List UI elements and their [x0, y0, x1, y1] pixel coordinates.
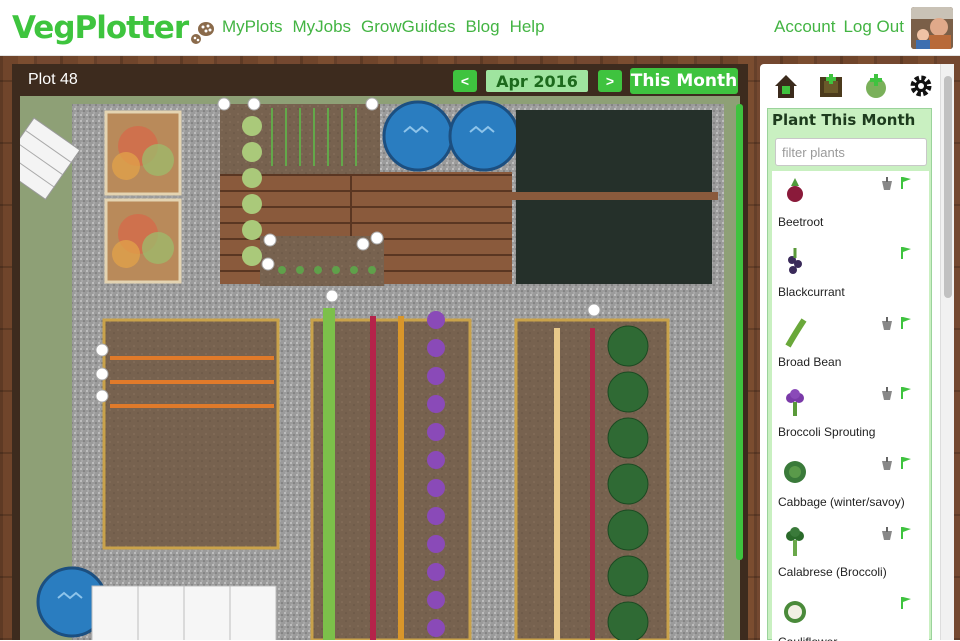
plant-name: Broad Bean	[778, 355, 842, 369]
logo-text: VegPlotter	[12, 10, 189, 46]
raised-bed	[310, 318, 472, 640]
plant-thumbnail-icon	[784, 461, 806, 483]
main-nav: MyPlots MyJobs GrowGuides Blog Help	[222, 17, 545, 37]
sidebar-toolbar	[760, 68, 940, 104]
plant-name: Calabrese (Broccoli)	[778, 565, 887, 579]
plant-out-icon[interactable]	[898, 245, 912, 259]
add-plant-icon[interactable]	[856, 68, 895, 104]
shallot-row	[554, 328, 560, 640]
avatar[interactable]	[911, 7, 953, 49]
plant-out-icon[interactable]	[898, 525, 912, 539]
plant-thumbnail-icon	[785, 318, 807, 348]
plot-canvas[interactable]	[20, 96, 740, 640]
plant-this-month-panel: Plant This Month Beetroot Blackcurrant Bro…	[767, 108, 932, 641]
plant-list-item[interactable]: Broad Bean	[772, 311, 929, 381]
gear-icon[interactable]	[901, 68, 940, 104]
plant-name: Blackcurrant	[778, 285, 845, 299]
sow-in-pot-icon[interactable]	[880, 457, 894, 471]
plant-name: Cauliflower	[778, 635, 837, 641]
nav-growguides[interactable]: GrowGuides	[361, 17, 455, 37]
cloche-row	[91, 585, 277, 640]
prev-month-button[interactable]: <	[453, 70, 477, 92]
plant-list-item[interactable]: Beetroot	[772, 171, 929, 241]
plant-out-icon[interactable]	[898, 175, 912, 189]
sow-in-pot-icon[interactable]	[880, 387, 894, 401]
shed-roof	[516, 200, 712, 284]
plot-header: Plot 48 < Apr 2016 > This Month	[12, 64, 748, 96]
onion-row	[398, 316, 404, 640]
nav-blog[interactable]: Blog	[466, 17, 500, 37]
plant-thumbnail-icon	[787, 178, 803, 202]
beetroot-row	[370, 316, 376, 640]
nav-myplots[interactable]: MyPlots	[222, 17, 282, 37]
sow-in-pot-icon[interactable]	[880, 527, 894, 541]
scrollbar-thumb[interactable]	[944, 76, 952, 298]
plot-panel: Plot 48 < Apr 2016 > This Month	[12, 64, 748, 640]
month-display: Apr 2016	[486, 70, 588, 92]
bean-row	[323, 308, 335, 640]
water-butt	[448, 100, 520, 172]
plant-out-icon[interactable]	[898, 315, 912, 329]
plant-out-icon[interactable]	[898, 595, 912, 609]
plant-out-icon[interactable]	[898, 385, 912, 399]
top-nav-bar: VegPlotter MyPlots MyJobs GrowGuides Blo…	[0, 0, 960, 56]
plant-name: Beetroot	[778, 215, 824, 229]
plant-list-item[interactable]: Blackcurrant	[772, 241, 929, 311]
page-scrollbar[interactable]	[940, 64, 954, 640]
plant-list-item[interactable]: Cauliflower	[772, 591, 929, 641]
plant-name: Broccoli Sprouting	[778, 425, 876, 439]
plant-list-item[interactable]: Cabbage (winter/savoy)	[772, 451, 929, 521]
account-links: Account Log Out	[774, 17, 904, 37]
plot-title: Plot 48	[28, 71, 78, 88]
sow-in-pot-icon[interactable]	[880, 177, 894, 191]
sidebar: Plant This Month Beetroot Blackcurrant Bro…	[760, 64, 954, 641]
raised-bed	[102, 318, 280, 550]
filter-plants-input[interactable]	[775, 138, 927, 166]
next-month-button[interactable]: >	[598, 70, 622, 92]
sow-in-pot-icon[interactable]	[880, 317, 894, 331]
logout-link[interactable]: Log Out	[843, 17, 904, 37]
nav-help[interactable]: Help	[510, 17, 545, 37]
compost-bin	[104, 110, 182, 196]
plant-out-icon[interactable]	[898, 455, 912, 469]
plant-thumbnail-icon	[786, 527, 804, 556]
house-icon[interactable]	[766, 68, 805, 104]
nav-myjobs[interactable]: MyJobs	[292, 17, 351, 37]
plant-list: Beetroot Blackcurrant Broad Bean Broccoli S…	[772, 171, 929, 641]
compost-bin	[104, 198, 182, 284]
plant-list-item[interactable]: Calabrese (Broccoli)	[772, 521, 929, 591]
garden-layout	[20, 96, 740, 640]
this-month-button[interactable]: This Month	[630, 68, 738, 94]
shed-roof	[516, 110, 712, 192]
vegplotter-logo[interactable]: VegPlotter	[12, 6, 216, 50]
panel-title: Plant This Month	[772, 111, 916, 129]
canvas-scrollbar[interactable]	[736, 104, 743, 560]
plant-thumbnail-icon	[786, 389, 804, 416]
avatar-photo	[911, 7, 953, 49]
plant-thumbnail-icon	[784, 601, 806, 623]
plant-thumbnail-icon	[788, 248, 802, 274]
radish-row	[590, 328, 595, 640]
frame-icon[interactable]	[811, 68, 850, 104]
boot-print-icon	[191, 22, 215, 44]
account-link[interactable]: Account	[774, 17, 835, 37]
plant-list-item[interactable]: Broccoli Sprouting	[772, 381, 929, 451]
plant-name: Cabbage (winter/savoy)	[778, 495, 905, 509]
water-butt	[382, 100, 454, 172]
